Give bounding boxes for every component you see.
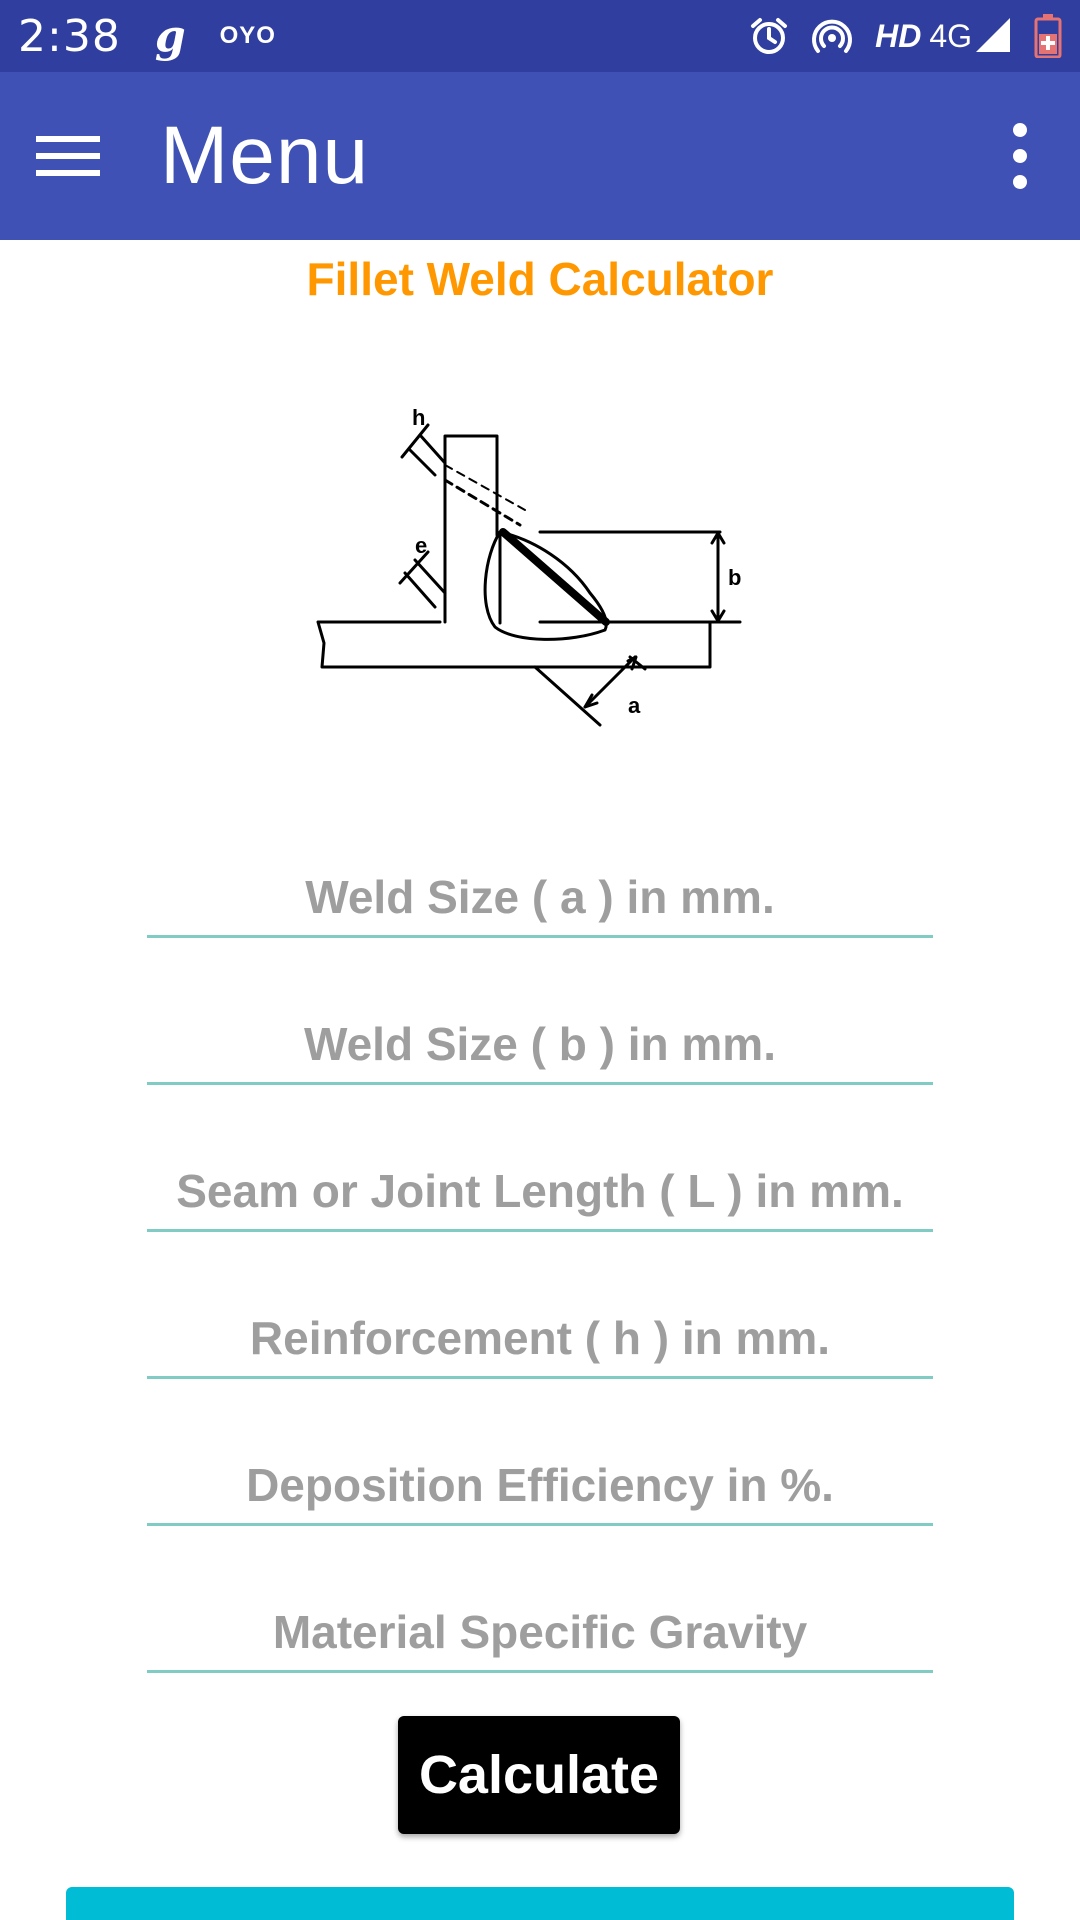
fillet-weld-diagram: h e b a [316,405,742,727]
diagram-label-h: h [412,405,425,430]
hamburger-icon [36,125,100,187]
hamburger-menu-button[interactable] [0,72,136,240]
alarm-icon [749,16,789,56]
calculate-button[interactable]: Calculate [398,1716,680,1834]
calculator-title: Fillet Weld Calculator [306,253,774,305]
more-vert-icon [1013,123,1027,137]
weld-size-b-input[interactable] [147,1005,933,1085]
status-time: 2:38 [18,10,121,62]
more-options-button[interactable] [960,72,1080,240]
app-bar: Menu [0,72,1080,240]
oyo-app-icon: OYO [219,22,276,49]
joint-length-input[interactable] [147,1152,933,1232]
result-panel [66,1887,1014,1920]
diagram-label-e: e [415,533,427,558]
status-bar: 2:38 g OYO HD 4G [0,0,1080,72]
deposition-efficiency-input[interactable] [147,1446,933,1526]
diagram-label-a: a [628,693,641,718]
g-app-icon: g [154,10,186,62]
signal-icon [976,18,1012,54]
hd-label: HD [875,17,922,54]
app-bar-title: Menu [160,110,370,201]
network-type-label: 4G [929,17,972,54]
specific-gravity-input[interactable] [147,1593,933,1673]
reinforcement-input[interactable] [147,1299,933,1379]
battery-icon [1034,14,1062,58]
weld-size-a-input[interactable] [147,858,933,938]
hotspot-icon [811,16,853,56]
diagram-label-b: b [728,565,741,590]
